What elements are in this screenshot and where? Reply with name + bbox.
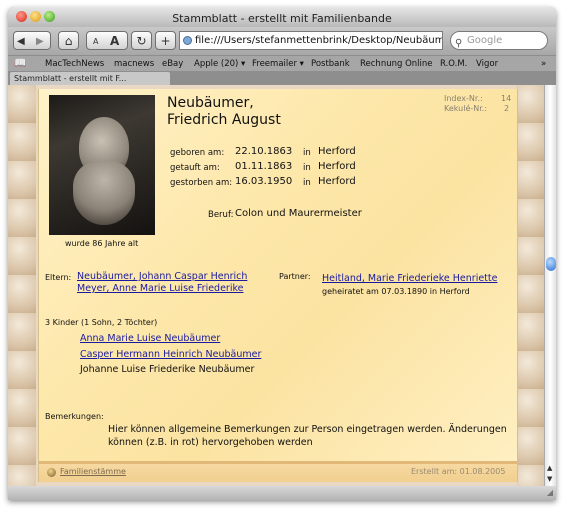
footer-bar: Familienstämme Erstellt am: 01.08.2005 <box>39 461 517 482</box>
father-link[interactable]: Neubäumer, Johann Caspar Henrich <box>77 271 247 282</box>
event-place: Herford <box>318 176 356 187</box>
child-link[interactable]: Casper Hermann Heinrich Neubäumer <box>80 349 261 360</box>
tab-bar: Stammblatt - erstellt mit F... <box>8 71 556 85</box>
portrait-photo <box>49 95 155 235</box>
add-bookmark-button[interactable]: + <box>155 31 176 50</box>
text-bigger-icon[interactable]: A <box>110 32 119 51</box>
search-placeholder: Google <box>467 35 503 46</box>
person-given-name: Friedrich August <box>167 112 281 128</box>
reload-icon: ↻ <box>136 34 147 48</box>
event-label: gestorben am: <box>170 178 233 188</box>
home-button[interactable]: ⌂ <box>58 31 79 50</box>
eltern-label: Eltern: <box>45 273 72 282</box>
created-date: Erstellt am: 01.08.2005 <box>411 467 506 476</box>
index-value: 14 <box>501 94 512 103</box>
bookmarks-book-icon[interactable]: 📖 <box>14 56 26 72</box>
vertical-scrollbar[interactable]: ▲ ▼ <box>544 85 556 486</box>
decorative-border-left <box>8 85 36 486</box>
page-content: wurde 86 Jahre alt Neubäumer, Friedrich … <box>8 85 544 486</box>
window-title: Stammblatt - erstellt mit Familienbande <box>172 12 392 25</box>
reload-button[interactable]: ↻ <box>131 31 152 50</box>
search-icon: ⚲ <box>455 38 463 49</box>
bookmark-item[interactable]: Freemailer ▾ <box>252 56 304 72</box>
title-bar: Stammblatt - erstellt mit Familienbande <box>8 7 556 27</box>
age-caption: wurde 86 Jahre alt <box>65 239 139 248</box>
bookmark-item[interactable]: Postbank <box>311 56 350 72</box>
bookmark-item[interactable]: MacTechNews <box>45 56 104 72</box>
toolbar: ◀ ▶ ⌂ A A ↻ + file:///Users/stefanmetten… <box>8 27 556 55</box>
bookmark-item[interactable]: macnews <box>114 56 154 72</box>
address-text: file:///Users/stefanmettenbrink/Desktop/… <box>195 35 442 46</box>
bookmark-item[interactable]: eBay <box>162 56 183 72</box>
scroll-up-icon[interactable]: ▲ <box>547 464 552 472</box>
status-bar: ◢ <box>8 486 556 500</box>
text-smaller-icon[interactable]: A <box>93 32 98 51</box>
decorative-border-right <box>516 85 544 486</box>
child-link[interactable]: Anna Marie Luise Neubäumer <box>80 333 220 344</box>
person-surname: Neubäumer, <box>167 95 254 111</box>
bookmark-item[interactable]: Rechnung Online <box>360 56 433 72</box>
kekule-value: 2 <box>504 104 510 113</box>
partner-label: Partner: <box>279 272 311 281</box>
partner-link[interactable]: Heitland, Marie Friederieke Henriette <box>322 273 497 284</box>
event-label: geboren am: <box>170 148 225 158</box>
portrait-beard <box>73 161 135 225</box>
beruf-label: Beruf: <box>208 210 234 220</box>
resize-grip-icon[interactable]: ◢ <box>547 488 553 497</box>
child-name: Johanne Luise Friederike Neubäumer <box>80 364 255 375</box>
scrollbar-thumb[interactable] <box>546 257 556 271</box>
plus-icon: + <box>160 34 171 48</box>
address-field[interactable]: file:///Users/stefanmettenbrink/Desktop/… <box>179 31 443 50</box>
familienstaemme-link[interactable]: Familienstämme <box>60 467 126 476</box>
bemerkungen-text: Hier können allgemeine Bemerkungen zur P… <box>108 424 507 435</box>
event-in: in <box>303 148 311 158</box>
event-place: Herford <box>318 161 356 172</box>
text-size-button[interactable]: A A <box>86 31 128 50</box>
bookmark-item[interactable]: Apple (20) ▾ <box>194 56 245 72</box>
bookmarks-bar: 📖 MacTechNews macnews eBay Apple (20) ▾ … <box>8 55 556 72</box>
bemerkungen-text: können (z.B. in rot) hervorgehoben werde… <box>108 437 313 448</box>
event-date: 01.11.1863 <box>235 161 293 172</box>
bemerkungen-label: Bemerkungen: <box>45 412 104 421</box>
event-date: 16.03.1950 <box>235 176 293 187</box>
index-label: Index-Nr.: <box>444 94 483 103</box>
minimize-window-button[interactable] <box>30 11 41 22</box>
back-arrow-icon[interactable]: ◀ <box>17 32 25 51</box>
back-forward-button[interactable]: ◀ ▶ <box>13 31 51 50</box>
forward-arrow-icon[interactable]: ▶ <box>36 32 44 51</box>
kekule-label: Kekulé-Nr.: <box>444 104 488 113</box>
marriage-note: geheiratet am 07.03.1890 in Herford <box>322 287 470 296</box>
children-header: 3 Kinder (1 Sohn, 2 Töchter) <box>45 318 158 327</box>
bookmark-item[interactable]: R.O.M. <box>440 56 467 72</box>
browser-window: Stammblatt - erstellt mit Familienbande … <box>8 7 556 500</box>
scroll-down-icon[interactable]: ▼ <box>547 475 552 483</box>
zoom-window-button[interactable] <box>44 11 55 22</box>
tab-stammblatt[interactable]: Stammblatt - erstellt mit F... <box>10 72 170 85</box>
event-place: Herford <box>318 146 356 157</box>
event-label: getauft am: <box>170 163 220 173</box>
close-window-button[interactable] <box>16 11 27 22</box>
tree-icon <box>47 468 56 477</box>
file-icon <box>183 36 192 45</box>
event-date: 22.10.1863 <box>235 146 293 157</box>
beruf-value: Colon und Maurermeister <box>235 208 362 219</box>
event-in: in <box>303 178 311 188</box>
event-in: in <box>303 163 311 173</box>
home-icon: ⌂ <box>64 34 73 48</box>
search-field[interactable]: ⚲ Google <box>450 31 548 50</box>
mother-link[interactable]: Meyer, Anne Marie Luise Friederike <box>77 283 243 294</box>
bookmark-item[interactable]: Vigor <box>476 56 498 72</box>
bookmarks-overflow-icon[interactable]: » <box>541 56 546 72</box>
family-sheet-panel: wurde 86 Jahre alt Neubäumer, Friedrich … <box>38 89 518 482</box>
